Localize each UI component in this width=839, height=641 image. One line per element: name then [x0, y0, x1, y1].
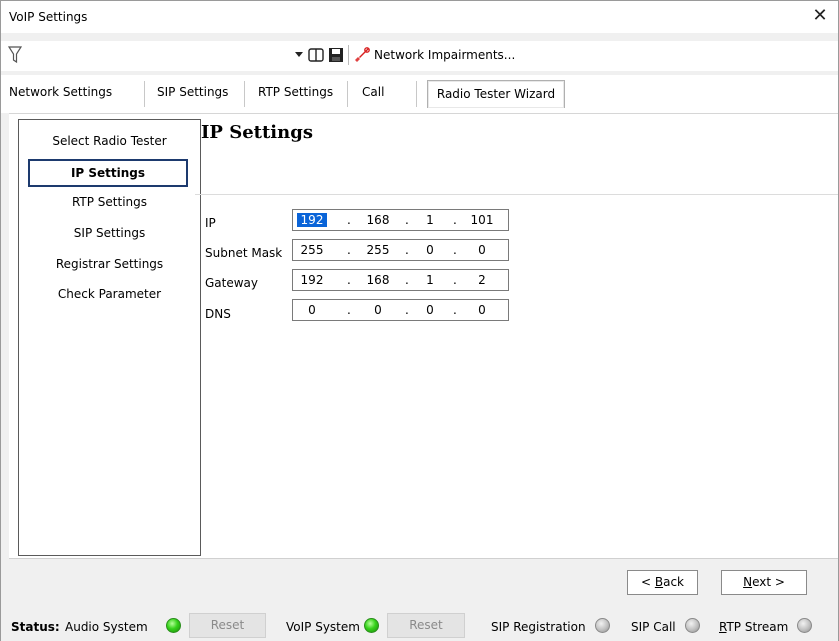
dns-field[interactable]: 0 . 0 . 0 . 0	[292, 299, 509, 321]
tab-radio-tester-wizard[interactable]: Radio Tester Wizard	[427, 80, 565, 108]
dns-octet-1[interactable]: 0	[297, 303, 327, 317]
subnet-mask-label: Subnet Mask	[205, 246, 283, 260]
octet-separator: .	[347, 243, 351, 257]
subnet-mask-field[interactable]: 255 . 255 . 0 . 0	[292, 239, 509, 261]
network-impairments-button[interactable]: Network Impairments...	[374, 48, 515, 62]
voip-system-status-led	[364, 618, 379, 633]
sip-registration-status-led	[595, 618, 610, 633]
panel-divider	[195, 194, 838, 195]
filter-combo-input[interactable]	[43, 44, 291, 66]
octet-separator: .	[405, 273, 409, 287]
status-bar: Status: Audio System Reset VoIP System R…	[1, 605, 838, 641]
tab-call[interactable]: Call	[362, 85, 384, 99]
sip-call-status-led	[685, 618, 700, 633]
step-ip-settings[interactable]: IP Settings	[28, 159, 188, 187]
dns-octet-3[interactable]: 0	[415, 303, 445, 317]
ip-octet-1[interactable]: 192	[297, 213, 327, 227]
audio-system-label: Audio System	[65, 620, 148, 634]
ip-octet-3[interactable]: 1	[415, 213, 445, 227]
dns-octet-2[interactable]: 0	[363, 303, 393, 317]
octet-separator: .	[405, 243, 409, 257]
tab-separator	[416, 81, 417, 107]
tab-separator	[144, 81, 145, 107]
subnet-octet-3[interactable]: 0	[415, 243, 445, 257]
tab-network-settings[interactable]: Network Settings	[9, 85, 112, 99]
octet-separator: .	[347, 273, 351, 287]
page-title: IP Settings	[201, 122, 313, 143]
octet-separator: .	[347, 213, 351, 227]
next-button-rest: ext >	[752, 575, 785, 589]
gateway-octet-2[interactable]: 168	[363, 273, 393, 287]
gateway-field[interactable]: 192 . 168 . 1 . 2	[292, 269, 509, 291]
status-label: Status:	[11, 620, 60, 634]
next-button[interactable]: Next >	[721, 570, 807, 595]
back-button-prefix: <	[640, 575, 655, 589]
ip-label: IP	[205, 216, 216, 230]
gateway-octet-1[interactable]: 192	[297, 273, 327, 287]
ip-octet-2[interactable]: 168	[363, 213, 393, 227]
octet-separator: .	[405, 213, 409, 227]
chevron-down-icon[interactable]	[292, 47, 306, 61]
octet-separator: .	[453, 243, 457, 257]
ip-address-field[interactable]: 192 . 168 . 1 . 101	[292, 209, 509, 231]
rtp-stream-label: RTP Stream	[719, 620, 788, 634]
octet-separator: .	[405, 303, 409, 317]
next-button-mnemonic: N	[743, 575, 753, 589]
window-title: VoIP Settings	[9, 10, 88, 24]
dns-label: DNS	[205, 307, 231, 321]
voip-settings-window: VoIP Settings ✕ Network Impairments... N…	[0, 0, 839, 641]
tab-radio-tester-wizard-label: Radio Tester Wizard	[436, 87, 556, 101]
voip-system-label: VoIP System	[286, 620, 360, 634]
gateway-octet-3[interactable]: 1	[415, 273, 445, 287]
sip-registration-label: SIP Registration	[491, 620, 586, 634]
subnet-octet-1[interactable]: 255	[297, 243, 327, 257]
wizard-content: Select Radio Tester IP Settings RTP Sett…	[9, 113, 838, 558]
wrench-icon[interactable]	[353, 46, 371, 64]
step-rtp-settings[interactable]: RTP Settings	[19, 195, 200, 209]
filter-icon[interactable]	[8, 46, 22, 64]
step-registrar-settings[interactable]: Registrar Settings	[19, 257, 200, 271]
gateway-octet-4[interactable]: 2	[467, 273, 497, 287]
subnet-octet-2[interactable]: 255	[363, 243, 393, 257]
rtp-stream-status-led	[797, 618, 812, 633]
dns-octet-4[interactable]: 0	[467, 303, 497, 317]
audio-system-status-led	[166, 618, 181, 633]
tab-separator	[244, 81, 245, 107]
tab-rtp-settings[interactable]: RTP Settings	[258, 85, 333, 99]
back-button[interactable]: < Back	[627, 570, 698, 595]
toolbar-separator	[348, 45, 349, 65]
step-select-radio-tester[interactable]: Select Radio Tester	[19, 134, 200, 148]
octet-separator: .	[347, 303, 351, 317]
title-bar: VoIP Settings ✕	[1, 1, 838, 33]
tab-strip: Network Settings SIP Settings RTP Settin…	[1, 75, 838, 113]
octet-separator: .	[453, 303, 457, 317]
toolbar: Network Impairments...	[1, 41, 838, 71]
subnet-octet-4[interactable]: 0	[467, 243, 497, 257]
step-sip-settings[interactable]: SIP Settings	[19, 226, 200, 240]
split-view-icon[interactable]	[307, 46, 325, 64]
save-icon[interactable]	[327, 46, 345, 64]
wizard-navigation-bar: < Back Next >	[9, 558, 838, 604]
ip-octet-4[interactable]: 101	[467, 213, 497, 227]
voip-reset-button[interactable]: Reset	[387, 613, 465, 638]
tab-sip-settings[interactable]: SIP Settings	[157, 85, 228, 99]
back-button-mnemonic: B	[654, 575, 664, 589]
tab-separator	[347, 81, 348, 107]
close-button[interactable]: ✕	[808, 5, 832, 29]
wizard-steps-list: Select Radio Tester IP Settings RTP Sett…	[18, 119, 201, 556]
sip-call-label: SIP Call	[631, 620, 676, 634]
octet-separator: .	[453, 273, 457, 287]
octet-separator: .	[453, 213, 457, 227]
step-check-parameter[interactable]: Check Parameter	[19, 287, 200, 301]
gateway-label: Gateway	[205, 276, 259, 290]
rtp-stream-rest: TP Stream	[726, 620, 789, 634]
back-button-rest: ack	[663, 575, 684, 589]
audio-reset-button[interactable]: Reset	[189, 613, 266, 638]
